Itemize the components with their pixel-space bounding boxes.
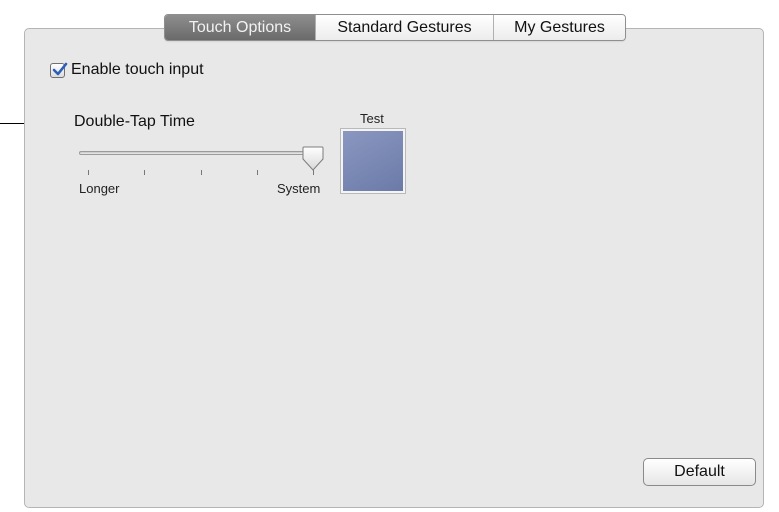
slider-tick xyxy=(201,170,202,175)
slider-max-label: System xyxy=(277,181,321,196)
slider-tick xyxy=(88,170,89,175)
tab-my-gestures[interactable]: My Gestures xyxy=(493,15,625,40)
test-area[interactable] xyxy=(340,128,406,194)
tab-bar: Touch Options Standard Gestures My Gestu… xyxy=(164,14,626,41)
tab-standard-gestures[interactable]: Standard Gestures xyxy=(315,15,493,40)
slider-tick xyxy=(257,170,258,175)
enable-touch-label: Enable touch input xyxy=(71,61,204,78)
tab-touch-options[interactable]: Touch Options xyxy=(165,15,315,40)
default-button[interactable]: Default xyxy=(643,458,756,486)
enable-touch-row: Enable touch input xyxy=(50,61,204,79)
double-tap-time-label: Double-Tap Time xyxy=(74,113,195,130)
slider-thumb[interactable] xyxy=(301,145,325,173)
checkmark-icon xyxy=(52,62,68,75)
enable-touch-checkbox[interactable] xyxy=(50,62,68,78)
settings-panel xyxy=(24,28,764,508)
double-tap-slider-track[interactable] xyxy=(79,151,315,155)
test-area-label: Test xyxy=(360,111,384,126)
slider-tick xyxy=(144,170,145,175)
slider-min-label: Longer xyxy=(79,181,120,196)
